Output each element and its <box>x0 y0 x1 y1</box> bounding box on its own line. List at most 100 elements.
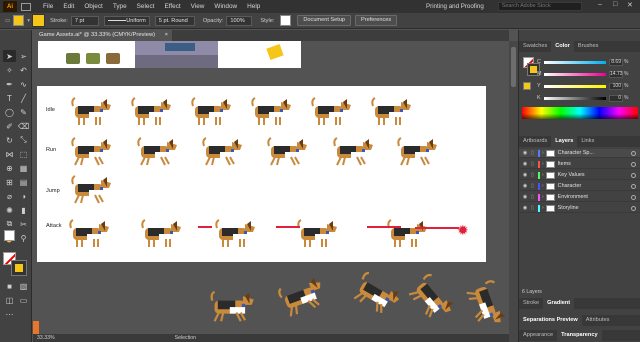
dog-sprite[interactable] <box>69 96 113 126</box>
mesh-tool-icon[interactable]: ⊞ <box>3 176 16 188</box>
yellow-slider[interactable]: Y 100 % <box>537 82 637 90</box>
menu-edit[interactable]: Edit <box>63 3 74 10</box>
line-tool-icon[interactable]: ╱ <box>17 92 30 104</box>
black-slider[interactable]: K 0 % <box>537 94 637 102</box>
dog-sprite[interactable] <box>463 276 509 333</box>
canvas[interactable]: Idle Run Jump Attack ✹ <box>33 41 509 334</box>
brush-definition[interactable]: 5 pt. Round <box>154 15 195 26</box>
shape-builder-tool-icon[interactable]: ⊕ <box>3 162 16 174</box>
layer-name[interactable]: Character <box>558 183 582 189</box>
layer-row[interactable]: ◉ ▯ › Items <box>519 160 640 169</box>
eyedropper-tool-icon[interactable]: ⌀ <box>3 190 16 202</box>
menu-type[interactable]: Type <box>113 3 127 10</box>
magic-wand-tool-icon[interactable]: ✧ <box>3 64 16 76</box>
direct-selection-tool-icon[interactable]: ➢ <box>17 50 30 62</box>
scale-tool-icon[interactable]: ⤡ <box>17 134 30 146</box>
dog-sprite[interactable] <box>404 269 461 328</box>
dog-sprite[interactable] <box>395 136 439 166</box>
dog-sprite[interactable] <box>189 96 233 126</box>
layer-row[interactable]: ◉ ▯ › Environment <box>519 193 640 202</box>
close-tab-icon[interactable]: × <box>165 30 168 41</box>
chevron-right-icon[interactable]: › <box>542 172 544 178</box>
more-tools-icon[interactable]: ⋯ <box>3 308 16 320</box>
tab-transparency[interactable]: Transparency <box>557 330 602 341</box>
target-icon[interactable] <box>631 184 636 189</box>
dog-sprite[interactable] <box>385 218 429 248</box>
artboard-tool-icon[interactable]: ⧉ <box>3 218 16 230</box>
tab-artboards[interactable]: Artboards <box>519 136 551 147</box>
graphic-style-swatch[interactable] <box>280 15 292 26</box>
symbol-sprayer-tool-icon[interactable]: ✺ <box>3 204 16 216</box>
dog-sprite[interactable] <box>139 218 183 248</box>
lasso-tool-icon[interactable]: ↶ <box>17 64 30 76</box>
stock-search-input[interactable]: Search Adobe Stock <box>497 2 582 11</box>
eye-icon[interactable]: ◉ <box>519 161 531 167</box>
dog-sprite[interactable] <box>200 136 244 166</box>
dog-sprite[interactable] <box>309 96 353 126</box>
chevron-right-icon[interactable]: › <box>542 205 544 211</box>
layer-row[interactable]: ◉ ▯ › Character <box>519 182 640 191</box>
color-mode-icon[interactable]: ■ <box>3 280 16 292</box>
lock-icon[interactable]: ▯ <box>531 205 538 211</box>
lock-icon[interactable]: ▯ <box>531 161 538 167</box>
opacity-field[interactable]: 100% <box>226 15 253 26</box>
layer-row[interactable]: ◉ ▯ › Key Values <box>519 171 640 180</box>
dog-sprite[interactable] <box>129 96 173 126</box>
free-transform-tool-icon[interactable]: ⬚ <box>17 148 30 160</box>
blend-tool-icon[interactable]: ◑ <box>17 190 30 202</box>
width-tool-icon[interactable]: ⋈ <box>3 148 16 160</box>
tab-gradient[interactable]: Gradient <box>543 298 575 309</box>
document-tab[interactable]: Game Assets.ai* @ 33.33% (CMYK/Preview) … <box>33 30 173 41</box>
stroke-weight-field[interactable]: 7 pt <box>70 15 99 26</box>
magenta-slider[interactable]: M 14.73 % <box>537 70 637 78</box>
canvas-scrollbar[interactable] <box>509 41 518 342</box>
layer-name[interactable]: Storyline <box>558 205 579 211</box>
menu-object[interactable]: Object <box>84 3 102 10</box>
selection-tool-icon[interactable]: ➤ <box>3 50 16 62</box>
out-of-gamut-swatch[interactable] <box>523 82 531 90</box>
chevron-right-icon[interactable]: › <box>542 183 544 189</box>
lock-icon[interactable]: ▯ <box>531 183 538 189</box>
menu-view[interactable]: View <box>191 3 205 10</box>
variable-width-profile[interactable]: Uniform <box>103 15 150 26</box>
layer-name[interactable]: Environment <box>558 194 588 200</box>
pen-tool-icon[interactable]: ✒ <box>3 78 16 90</box>
close-window-icon[interactable]: ✕ <box>627 1 633 9</box>
lock-icon[interactable]: ▯ <box>531 194 538 200</box>
curvature-tool-icon[interactable]: ∿ <box>17 78 30 90</box>
rotate-tool-icon[interactable]: ↻ <box>3 134 16 146</box>
perspective-grid-tool-icon[interactable]: ▦ <box>17 162 30 174</box>
tab-stroke[interactable]: Stroke <box>519 298 543 309</box>
paintbrush-tool-icon[interactable]: ✎ <box>17 106 30 118</box>
draw-mode-icon[interactable]: ◫ <box>3 294 16 306</box>
target-icon[interactable] <box>631 206 636 211</box>
color-spectrum[interactable] <box>522 107 638 119</box>
eye-icon[interactable]: ◉ <box>519 183 531 189</box>
slice-tool-icon[interactable]: ✂ <box>17 218 30 230</box>
dog-sprite[interactable] <box>265 136 309 166</box>
target-icon[interactable] <box>631 151 636 156</box>
menu-select[interactable]: Select <box>137 3 155 10</box>
preferences-button[interactable]: Preferences <box>355 15 398 26</box>
workspace-switcher-icon[interactable] <box>21 2 31 11</box>
eye-icon[interactable]: ◉ <box>519 150 531 156</box>
chevron-right-icon[interactable]: › <box>542 150 544 156</box>
dog-sprite[interactable] <box>348 267 407 320</box>
eye-icon[interactable]: ◉ <box>519 194 531 200</box>
artboard-top[interactable] <box>38 41 301 68</box>
dog-sprite[interactable] <box>249 96 293 126</box>
layer-row[interactable]: ◉ ▯ › Storyline <box>519 204 640 213</box>
layer-name[interactable]: Items <box>558 161 571 167</box>
layer-row[interactable]: ◉ ▯ › Character Sp... <box>519 149 640 158</box>
tab-brushes[interactable]: Brushes <box>574 41 603 52</box>
dog-sprite[interactable] <box>69 174 113 204</box>
zoom-level[interactable]: 33.33% <box>37 335 55 341</box>
zoom-tool-icon[interactable]: ⚲ <box>17 232 30 244</box>
dog-sprite[interactable] <box>369 96 413 126</box>
document-setup-button[interactable]: Document Setup <box>297 15 352 26</box>
tab-links[interactable]: Links <box>577 136 598 147</box>
eye-icon[interactable]: ◉ <box>519 205 531 211</box>
dog-sprite[interactable] <box>135 136 179 166</box>
eye-icon[interactable]: ◉ <box>519 172 531 178</box>
gradient-mode-icon[interactable]: ▧ <box>17 280 30 292</box>
